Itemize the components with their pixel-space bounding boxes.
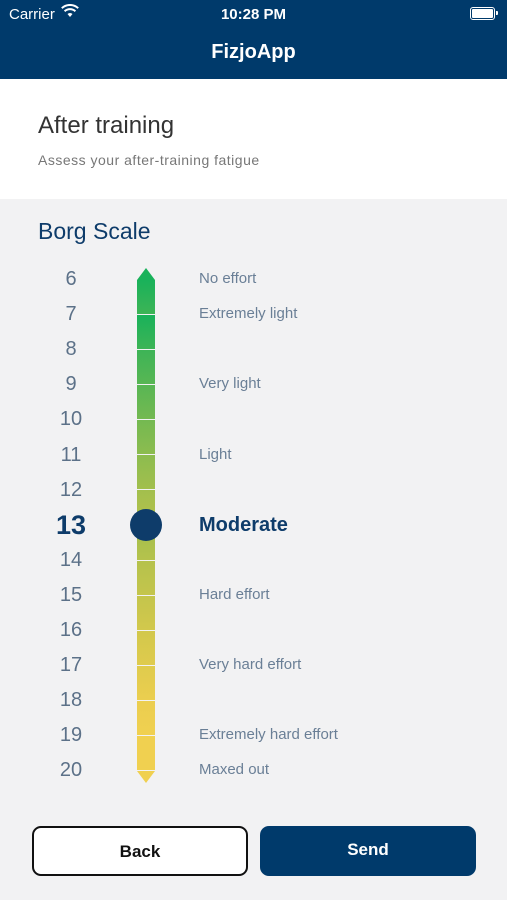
scale-track-segment xyxy=(137,350,155,385)
scale-label-20[interactable]: Maxed out xyxy=(199,761,269,778)
scale-value-12[interactable]: 12 xyxy=(40,479,102,502)
send-button[interactable]: Send xyxy=(260,826,476,876)
scale-track-segment xyxy=(137,315,155,350)
scale-track-segment xyxy=(137,595,155,630)
app-title: FizjoApp xyxy=(211,41,296,63)
scale-label-17[interactable]: Very hard effort xyxy=(199,656,301,673)
scale-slider-knob[interactable] xyxy=(130,508,162,541)
scale-value-11[interactable]: 11 xyxy=(40,444,102,467)
scale-label-9[interactable]: Very light xyxy=(199,375,261,392)
scale-value-9[interactable]: 9 xyxy=(40,373,102,396)
scale-track-segment xyxy=(137,735,155,770)
scale-value-10[interactable]: 10 xyxy=(40,408,102,431)
scale-value-16[interactable]: 16 xyxy=(40,619,102,642)
scale-label-19[interactable]: Extremely hard effort xyxy=(199,726,338,743)
scale-label-7[interactable]: Extremely light xyxy=(199,305,297,322)
scale-top-arrow xyxy=(137,268,155,280)
scale-track-segment xyxy=(137,385,155,420)
scale-value-13[interactable]: 13 xyxy=(40,510,102,541)
scale-track-segment xyxy=(137,420,155,455)
scale-value-14[interactable]: 14 xyxy=(40,549,102,572)
status-bar: Carrier 10:28 PM xyxy=(0,0,507,28)
scale-track-segment xyxy=(137,455,155,490)
page-subtitle: Assess your after-training fatigue xyxy=(38,152,260,168)
scale-label-6[interactable]: No effort xyxy=(199,270,256,287)
nav-bar: FizjoApp xyxy=(0,28,507,79)
scale-value-7[interactable]: 7 xyxy=(40,303,102,326)
scale-value-17[interactable]: 17 xyxy=(40,654,102,677)
scale-value-8[interactable]: 8 xyxy=(40,338,102,361)
scale-value-6[interactable]: 6 xyxy=(40,268,102,291)
battery-icon xyxy=(470,7,498,20)
scale-value-15[interactable]: 15 xyxy=(40,584,102,607)
scale-title: Borg Scale xyxy=(38,218,151,244)
scale-track-segment xyxy=(137,700,155,735)
clock: 10:28 PM xyxy=(220,6,287,23)
scale-value-18[interactable]: 18 xyxy=(40,689,102,712)
page-title: After training xyxy=(38,112,175,139)
scale-track-segment xyxy=(137,630,155,665)
scale-bottom-arrow xyxy=(137,771,155,783)
header-card: After training Assess your after-trainin… xyxy=(0,79,507,199)
scale-track-segment xyxy=(137,280,155,315)
back-button[interactable]: Back xyxy=(32,826,248,876)
scale-track-segment xyxy=(137,560,155,595)
scale-value-19[interactable]: 19 xyxy=(40,724,102,747)
scale-label-13[interactable]: Moderate xyxy=(199,514,288,537)
scale-label-15[interactable]: Hard effort xyxy=(199,586,270,603)
scale-track-segment xyxy=(137,665,155,700)
scale-value-20[interactable]: 20 xyxy=(40,759,102,782)
scale-label-11[interactable]: Light xyxy=(199,446,232,463)
